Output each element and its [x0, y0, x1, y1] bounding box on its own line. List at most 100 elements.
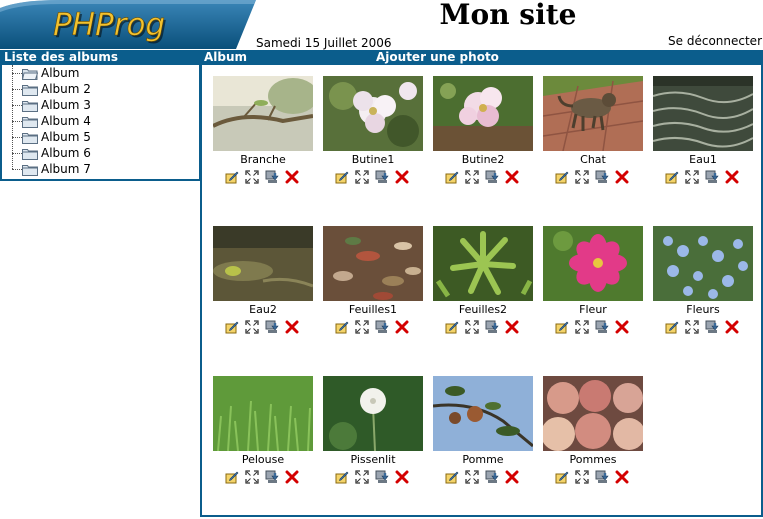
edit-photo-button[interactable] — [335, 320, 349, 334]
download-photo-button[interactable] — [265, 320, 279, 334]
delete-photo-button[interactable] — [615, 320, 629, 334]
edit-photo-button[interactable] — [225, 170, 239, 184]
download-photo-button[interactable] — [595, 470, 609, 484]
view-fullsize-button[interactable] — [465, 320, 479, 334]
photo-card: Pissenlit — [323, 376, 423, 484]
view-fullsize-button[interactable] — [245, 470, 259, 484]
download-photo-button[interactable] — [485, 320, 499, 334]
delete-photo-button[interactable] — [505, 320, 519, 334]
delete-photo-button[interactable] — [395, 320, 409, 334]
album-tree-item[interactable]: Album — [2, 65, 199, 81]
delete-photo-button[interactable] — [725, 170, 739, 184]
photo-thumbnail[interactable] — [653, 76, 753, 151]
delete-photo-button[interactable] — [285, 470, 299, 484]
view-fullsize-button[interactable] — [465, 170, 479, 184]
fullscreen-icon — [575, 470, 589, 487]
download-photo-button[interactable] — [375, 170, 389, 184]
edit-icon — [445, 321, 459, 337]
delete-photo-button[interactable] — [285, 170, 299, 184]
delete-photo-button[interactable] — [395, 170, 409, 184]
delete-photo-button[interactable] — [505, 470, 519, 484]
photo-thumbnail[interactable] — [323, 76, 423, 151]
view-fullsize-button[interactable] — [575, 170, 589, 184]
tree-connector — [12, 105, 22, 106]
download-photo-button[interactable] — [265, 470, 279, 484]
view-fullsize-button[interactable] — [685, 170, 699, 184]
delete-photo-button[interactable] — [395, 470, 409, 484]
view-fullsize-button[interactable] — [355, 470, 369, 484]
edit-photo-button[interactable] — [445, 170, 459, 184]
album-label: Album 6 — [41, 146, 91, 160]
album-tree-item[interactable]: Album 4 — [2, 113, 199, 129]
download-photo-button[interactable] — [375, 470, 389, 484]
download-icon — [485, 170, 499, 187]
edit-photo-button[interactable] — [555, 470, 569, 484]
photo-thumbnail[interactable] — [433, 76, 533, 151]
edit-photo-button[interactable] — [225, 470, 239, 484]
edit-photo-button[interactable] — [555, 170, 569, 184]
photo-actions — [335, 170, 415, 184]
fullscreen-icon — [245, 320, 259, 337]
download-photo-button[interactable] — [485, 170, 499, 184]
photo-thumbnail[interactable] — [433, 376, 533, 451]
album-tree-item[interactable]: Album 2 — [2, 81, 199, 97]
view-fullsize-button[interactable] — [355, 320, 369, 334]
edit-photo-button[interactable] — [555, 320, 569, 334]
delete-icon — [285, 170, 299, 187]
download-photo-button[interactable] — [705, 170, 719, 184]
edit-photo-button[interactable] — [335, 470, 349, 484]
edit-icon — [665, 171, 679, 187]
photo-thumbnail[interactable] — [543, 376, 643, 451]
site-title: Mon site — [439, 0, 577, 31]
download-photo-button[interactable] — [595, 320, 609, 334]
photo-thumbnail[interactable] — [213, 226, 313, 301]
photo-thumbnail[interactable] — [433, 226, 533, 301]
edit-photo-button[interactable] — [225, 320, 239, 334]
photo-actions — [665, 320, 745, 334]
edit-photo-button[interactable] — [335, 170, 349, 184]
view-fullsize-button[interactable] — [245, 320, 259, 334]
download-photo-button[interactable] — [595, 170, 609, 184]
view-fullsize-button[interactable] — [245, 170, 259, 184]
edit-photo-button[interactable] — [445, 470, 459, 484]
delete-photo-button[interactable] — [285, 320, 299, 334]
delete-icon — [505, 320, 519, 337]
gallery-panel: Album Ajouter une photo Branche Butine1 Bu… — [200, 50, 763, 517]
view-fullsize-button[interactable] — [575, 470, 589, 484]
photo-thumbnail[interactable] — [653, 226, 753, 301]
view-fullsize-button[interactable] — [575, 320, 589, 334]
view-fullsize-button[interactable] — [355, 170, 369, 184]
edit-photo-button[interactable] — [665, 170, 679, 184]
delete-photo-button[interactable] — [725, 320, 739, 334]
album-tree-item[interactable]: Album 6 — [2, 145, 199, 161]
album-tree-item[interactable]: Album 3 — [2, 97, 199, 113]
photo-card: Fleur — [543, 226, 643, 334]
photo-thumbnail[interactable] — [323, 226, 423, 301]
delete-photo-button[interactable] — [505, 170, 519, 184]
view-fullsize-button[interactable] — [465, 470, 479, 484]
download-photo-button[interactable] — [485, 470, 499, 484]
photo-thumbnail[interactable] — [543, 226, 643, 301]
edit-photo-button[interactable] — [445, 320, 459, 334]
add-photo-link[interactable]: Ajouter une photo — [376, 50, 499, 65]
download-photo-button[interactable] — [705, 320, 719, 334]
delete-photo-button[interactable] — [615, 170, 629, 184]
photo-card: Butine1 — [323, 76, 423, 184]
photo-thumbnail[interactable] — [323, 376, 423, 451]
download-photo-button[interactable] — [375, 320, 389, 334]
photo-caption: Butine2 — [461, 153, 505, 166]
photo-card: Pomme — [433, 376, 533, 484]
album-tree-item[interactable]: Album 7 — [2, 161, 199, 177]
album-tree-item[interactable]: Album 5 — [2, 129, 199, 145]
delete-icon — [725, 170, 739, 187]
tree-connector — [12, 153, 22, 154]
photo-thumbnail[interactable] — [213, 76, 313, 151]
logout-link[interactable]: Se déconnecter — [668, 34, 762, 48]
photo-thumbnail[interactable] — [213, 376, 313, 451]
logo-text: PHProg — [53, 7, 165, 43]
photo-thumbnail[interactable] — [543, 76, 643, 151]
download-photo-button[interactable] — [265, 170, 279, 184]
edit-photo-button[interactable] — [665, 320, 679, 334]
delete-photo-button[interactable] — [615, 470, 629, 484]
view-fullsize-button[interactable] — [685, 320, 699, 334]
